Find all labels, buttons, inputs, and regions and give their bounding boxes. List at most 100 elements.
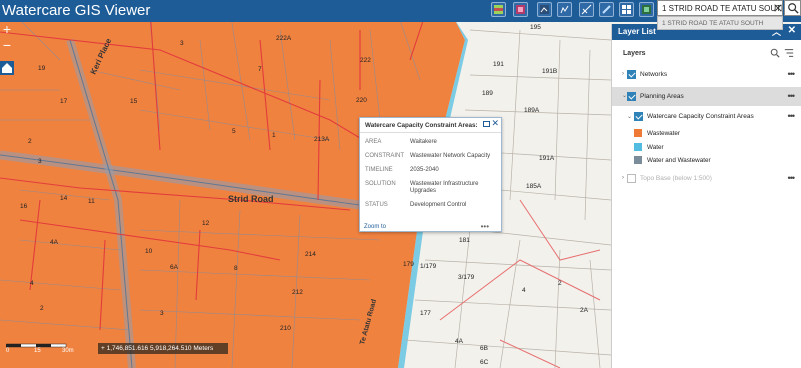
search-input[interactable]: 1 STRID ROAD TE ATATU SOUTH [657,0,783,16]
maximize-icon[interactable] [483,121,490,127]
parcel-label: 191A [539,155,555,162]
more-icon[interactable]: ••• [788,91,796,101]
parcel-label: 181 [459,237,470,244]
parcel-label: 3 [180,40,184,47]
home-button[interactable] [0,61,14,75]
popup-field-value: Development Control [410,202,467,208]
parcel-label: 3 [38,158,42,165]
parcel-label: 19 [38,65,46,72]
layer-checkbox[interactable] [627,70,636,79]
parcel-label: 12 [202,220,210,227]
parcel-label: 212 [292,289,303,296]
layer-checkbox[interactable] [627,174,636,183]
layers-icon[interactable] [491,2,506,17]
parcel-label: 6C [480,359,489,366]
layer-item-networks[interactable]: › Networks ••• [612,68,801,82]
measure-icon[interactable] [579,2,594,17]
close-icon[interactable]: ✕ [491,118,499,129]
legend-label: Wastewater [647,130,681,137]
parcel-label: 210 [280,325,291,332]
scale-label: 0 [6,348,10,354]
parcel-label: 177 [420,310,431,317]
parcel-label: 7 [258,66,262,73]
plus-icon: + [2,21,12,37]
scale-label: 30m [62,348,74,354]
minus-icon: − [2,37,12,53]
chevron-right-icon[interactable]: › [622,175,624,181]
popup-field-label: STATUS [365,202,388,208]
legend-swatch-water-and-wastewater [634,156,642,164]
zoom-out-button[interactable]: − [0,37,14,53]
layer-item-planning-areas[interactable]: ⌄ Planning Areas ••• [612,87,801,106]
draw-icon[interactable] [599,2,614,17]
layer-label: Networks [640,71,668,78]
print-icon[interactable] [619,2,634,17]
layer-label: Topo Base (below 1:500) [640,175,712,182]
close-icon[interactable] [773,3,783,13]
home-icon [2,63,12,73]
parcel-label: 189A [524,107,540,114]
layers-heading: Layers [623,50,646,57]
legend-label: Water [647,144,664,151]
zoom-in-button[interactable]: + [0,21,14,37]
more-icon[interactable]: ••• [788,69,796,79]
chevron-right-icon[interactable]: › [622,71,624,77]
plus-icon: + [101,345,105,352]
parcel-label: 4A [455,338,464,345]
parcel-label: 4 [522,287,526,294]
popup-field-value: 2035-2040 [410,167,439,173]
parcel-label: 6B [480,345,488,352]
legend-swatch-water [634,143,642,151]
parcel-label: 222 [360,57,371,64]
scale-label: 15 [34,348,41,354]
parcel-label: 5 [232,128,236,135]
layer-item-topo-base[interactable]: › Topo Base (below 1:500) ••• [612,172,801,186]
parcel-label: 3 [160,310,164,317]
basemap-icon[interactable] [537,2,552,17]
parcel-label: 1 [272,132,276,139]
filter-icon[interactable] [784,48,794,58]
layer-checkbox[interactable] [627,92,636,101]
parcel-label: 17 [60,98,68,105]
zoom-to-link[interactable]: Zoom to [364,224,386,230]
grid-icon[interactable] [639,2,654,17]
parcel-label: 11 [88,198,95,205]
more-icon[interactable]: ••• [481,222,489,231]
search-icon [788,3,799,14]
app-title: Watercare GIS Viewer [2,2,151,19]
layer-checkbox[interactable] [634,112,643,121]
popup-field-label: SOLUTION [365,181,396,187]
more-icon[interactable]: ••• [788,111,796,121]
parcel-label: 191 [493,61,504,68]
parcel-label: 1/179 [420,263,437,270]
layer-item-capacity-constraint[interactable]: ⌄ Watercare Capacity Constraint Areas ••… [612,110,801,124]
scale-bar: 0 15 30m [6,343,76,355]
popup-field-label: TIMELINE [365,167,393,173]
search-suggestion[interactable]: 1 STRID ROAD TE ATATU SOUTH [657,16,783,30]
coordinate-text: 1,746,851.616 5,918,264.510 Meters [106,345,214,352]
chevron-down-icon[interactable]: ⌄ [627,113,632,120]
parcel-label: 4 [30,280,34,287]
parcel-label: 14 [60,195,68,202]
chart-icon[interactable] [557,2,572,17]
parcel-label: 222A [276,35,292,42]
parcel-label: 2 [40,305,44,312]
popup-field-value: Waitakere [410,139,437,145]
parcel-label: 179 [403,261,414,268]
close-icon[interactable]: ✕ [788,25,796,36]
search-button[interactable] [774,0,801,16]
parcel-label: 213A [314,136,330,143]
search-icon[interactable] [770,48,780,58]
legend-swatch-wastewater [634,129,642,137]
layer-list-panel: Layer List ︿ ✕ Layers › Networks ••• ⌄ P… [611,24,801,368]
parcel-label: 10 [145,248,153,255]
feature-popup: Watercare Capacity Constraint Areas: ✕ A… [359,117,502,232]
legend-icon[interactable] [513,2,528,17]
layer-label: Watercare Capacity Constraint Areas [647,113,754,120]
parcel-label: 185A [526,183,542,190]
coordinate-readout: + 1,746,851.616 5,918,264.510 Meters [98,343,228,354]
more-icon[interactable]: ••• [788,173,796,183]
popup-field-label: CONSTRAINT [365,153,404,159]
parcel-label: 220 [356,97,367,104]
panel-title: Layer List [618,27,656,36]
